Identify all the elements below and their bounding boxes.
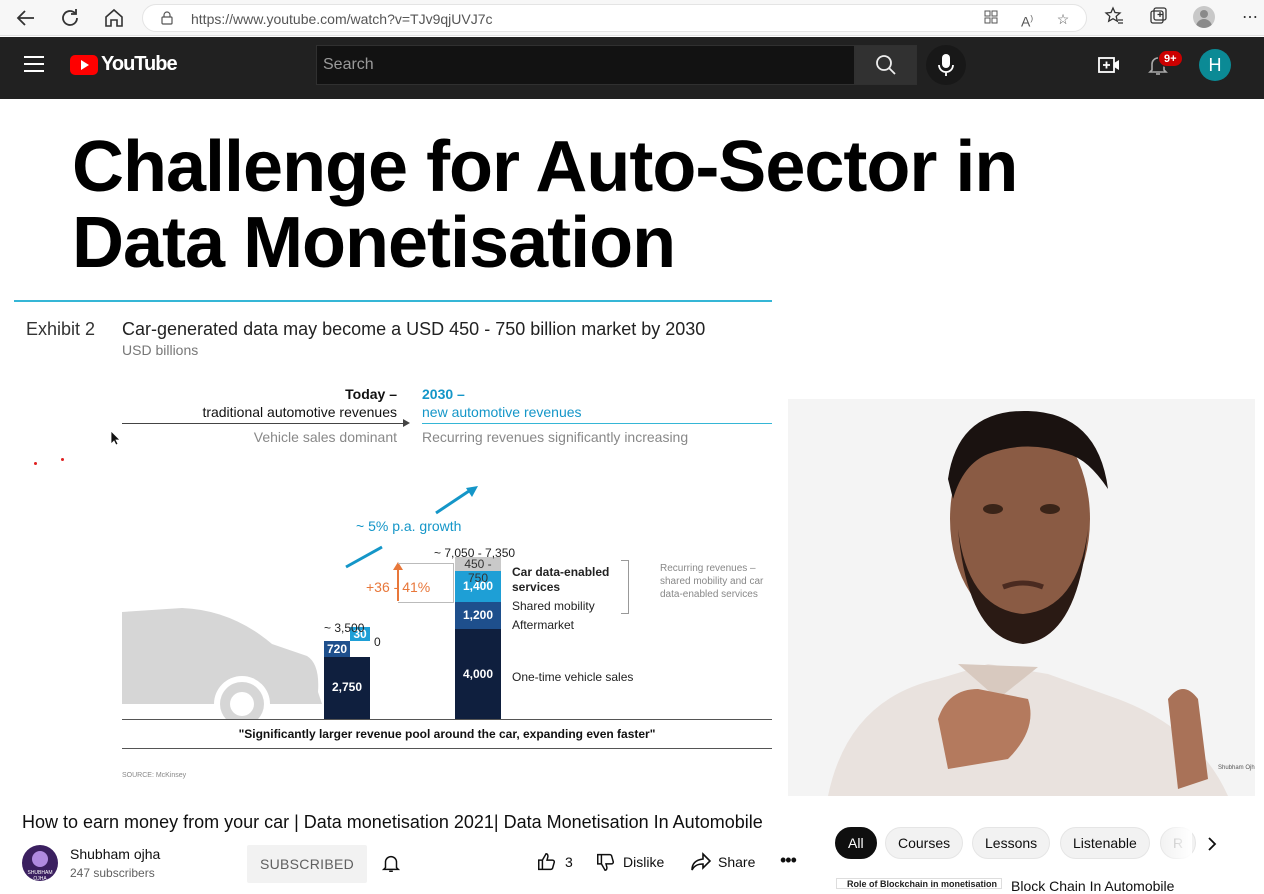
chart-quote: "Significantly larger revenue pool aroun…: [238, 727, 656, 741]
notification-badge[interactable]: 9+: [1158, 50, 1183, 67]
bar-segment: 1,200: [455, 602, 501, 629]
exhibit-label: Exhibit 2: [26, 319, 96, 339]
microphone-icon: [938, 54, 954, 76]
total-today: ~ 3,500: [324, 621, 365, 635]
aftermarket-label: Aftermarket: [512, 618, 575, 632]
share-button[interactable]: Share: [718, 854, 755, 870]
favorites-icon[interactable]: [1102, 6, 1126, 30]
home-icon[interactable]: [102, 6, 126, 30]
quote-rule: [122, 748, 772, 749]
increase-label: +36 - 41%: [366, 579, 431, 595]
future-rule: [422, 423, 772, 424]
play-logo-icon: [70, 55, 98, 75]
chart-baseline: [122, 719, 772, 720]
suggested-video-thumbnail[interactable]: Role of Blockchain in monetisation: [836, 878, 1002, 889]
timeline-arrow: [122, 419, 410, 427]
chevron-right-icon[interactable]: [1202, 834, 1222, 854]
bar-segment: 2,750: [324, 657, 370, 719]
subscribed-button[interactable]: SUBSCRIBED: [247, 845, 367, 883]
search-input[interactable]: [317, 46, 854, 84]
video-player[interactable]: Challenge for Auto-Sector in Data Moneti…: [6, 99, 1255, 796]
url-text[interactable]: https://www.youtube.com/watch?v=TJv9qjUV…: [191, 11, 493, 27]
today-label: Today – traditional automotive revenues: [202, 386, 397, 420]
mouse-cursor-icon: [110, 430, 121, 446]
video-title: How to earn money from your car | Data m…: [22, 812, 763, 832]
search-icon: [876, 55, 896, 75]
collections-icon[interactable]: [1146, 6, 1170, 30]
car-silhouette-icon: [122, 608, 322, 719]
add-favorite-icon[interactable]: ☆: [1053, 9, 1073, 29]
slide-rule: [14, 300, 772, 302]
recurring-note: Recurring revenues significantly increas…: [422, 429, 689, 445]
channel-name[interactable]: Shubham ojha: [70, 846, 160, 862]
browser-toolbar: https://www.youtube.com/watch?v=TJv9qjUV…: [0, 0, 1264, 36]
voice-search-button[interactable]: [926, 45, 966, 85]
shared-mobility-label: Shared mobility: [512, 599, 595, 613]
like-count: 3: [565, 854, 573, 870]
more-icon[interactable]: ⋯: [1238, 6, 1262, 30]
bar-zero-label: 0: [374, 635, 381, 649]
slide-title: Challenge for Auto-Sector in Data Moneti…: [72, 127, 1018, 283]
growth-label: ~ 5% p.a. growth: [356, 518, 462, 534]
chip-lessons[interactable]: Lessons: [972, 827, 1051, 859]
chip-all[interactable]: All: [835, 827, 877, 859]
chip-courses[interactable]: Courses: [885, 827, 964, 859]
vehicle-note: Vehicle sales dominant: [253, 429, 397, 445]
chip-listenable[interactable]: Listenable: [1060, 827, 1150, 859]
notification-bell-icon[interactable]: [380, 852, 402, 874]
future-label: 2030 – new automotive revenues: [422, 386, 582, 420]
bar-segment: 720: [324, 640, 350, 658]
total-2030: ~ 7,050 - 7,350: [434, 546, 516, 560]
recurring-bracket-note: Recurring revenues – shared mobility and…: [660, 563, 764, 600]
suggested-video-title[interactable]: Block Chain In Automobile: [1011, 878, 1174, 894]
dislike-button[interactable]: Dislike: [623, 854, 664, 870]
services-label: Car data-enabled services: [512, 565, 610, 594]
chip-fade: [1160, 827, 1192, 859]
thumbs-up-icon: [538, 853, 556, 871]
channel-avatar[interactable]: SHUBHAM OJHA: [22, 845, 58, 881]
exhibit-headline: Car-generated data may become a USD 450 …: [122, 319, 706, 339]
address-bar[interactable]: https://www.youtube.com/watch?v=TJv9qjUV…: [142, 4, 1087, 32]
apps-icon[interactable]: [981, 9, 1001, 29]
thumbs-down-icon[interactable]: [595, 850, 617, 874]
back-icon[interactable]: [14, 6, 38, 30]
source-note: SOURCE: McKinsey: [122, 772, 187, 779]
lock-icon: [161, 11, 173, 25]
recurring-bracket: [621, 560, 629, 614]
presenter-webcam: Shubham Ojha: [788, 399, 1255, 796]
annotation-dot: [61, 458, 64, 461]
subscriber-count: 247 subscribers: [70, 866, 155, 880]
svg-text:Shubham Ojha: Shubham Ojha: [1218, 765, 1255, 771]
search-box[interactable]: [316, 45, 855, 85]
profile-icon[interactable]: [1193, 6, 1215, 28]
bar-segment: 4,000: [455, 629, 501, 719]
more-actions-icon[interactable]: •••: [780, 850, 797, 871]
exhibit-unit: USD billions: [122, 342, 199, 358]
create-video-icon[interactable]: [1098, 55, 1120, 75]
search-button[interactable]: [855, 45, 917, 85]
youtube-header: YouTube 9+ H: [0, 37, 1264, 93]
account-avatar[interactable]: H: [1199, 49, 1231, 81]
vehicle-sales-label: One-time vehicle sales: [512, 670, 634, 684]
read-aloud-icon[interactable]: A): [1017, 9, 1037, 30]
annotation-dot: [34, 462, 37, 465]
menu-icon[interactable]: [24, 56, 44, 74]
share-icon[interactable]: [689, 850, 713, 874]
refresh-icon[interactable]: [58, 6, 82, 30]
